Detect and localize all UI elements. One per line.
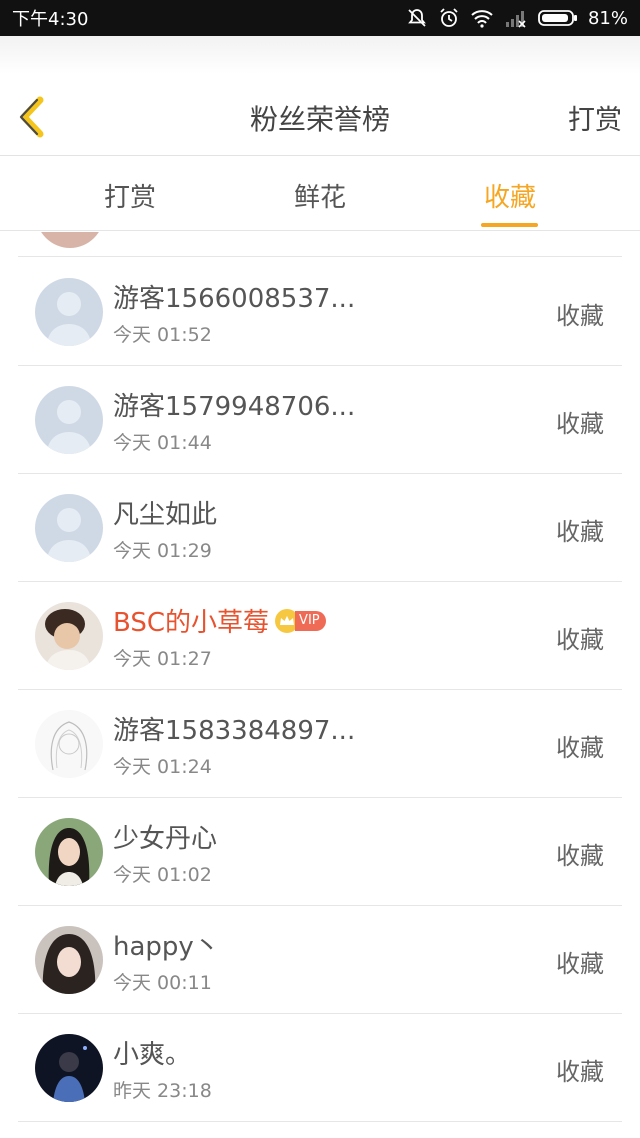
- user-name: 游客1579948706...: [113, 392, 356, 422]
- navigation-bar: 粉丝荣誉榜 打赏: [0, 74, 640, 156]
- action-label: 收藏: [556, 518, 604, 546]
- tip-button[interactable]: 打赏: [568, 98, 622, 137]
- user-name-text: BSC的小草莓: [113, 608, 270, 638]
- header-spacer: [0, 36, 640, 74]
- action-label: 收藏: [556, 1058, 604, 1086]
- back-button[interactable]: [10, 92, 60, 142]
- tab-bar: 打赏 鲜花 收藏: [0, 157, 640, 231]
- user-name: 小爽。: [113, 1040, 192, 1070]
- timestamp: 今天 01:52: [113, 324, 212, 346]
- fan-list[interactable]: 游客1566008537... 今天 01:52 收藏 游客1579948706…: [0, 232, 640, 1138]
- battery-icon: [538, 8, 578, 28]
- default-avatar[interactable]: [35, 386, 103, 454]
- active-tab-indicator: [481, 223, 538, 227]
- timestamp: 今天 01:29: [113, 540, 212, 562]
- tab-flowers[interactable]: 鲜花: [260, 177, 380, 214]
- user-name: 游客1583384897...: [113, 716, 356, 746]
- action-label: 收藏: [556, 410, 604, 438]
- default-avatar[interactable]: [35, 494, 103, 562]
- user-name: happy丶: [113, 932, 220, 962]
- vip-label: VIP: [295, 610, 326, 631]
- default-avatar[interactable]: [35, 278, 103, 346]
- list-item[interactable]: 少女丹心 今天 01:02 收藏: [18, 798, 622, 906]
- vip-badge: VIP: [275, 608, 326, 633]
- avatar: [36, 232, 104, 248]
- user-name: BSC的小草莓 VIP: [113, 602, 326, 639]
- sketch-avatar[interactable]: [35, 710, 103, 778]
- photo-avatar[interactable]: [35, 602, 103, 670]
- user-name: 游客1566008537...: [113, 284, 356, 314]
- status-icons: 81%: [406, 7, 628, 29]
- photo-avatar[interactable]: [35, 818, 103, 886]
- user-name: 少女丹心: [113, 824, 218, 854]
- list-item[interactable]: 小爽。 昨天 23:18 收藏: [18, 1014, 622, 1122]
- page-title: 粉丝荣誉榜: [249, 103, 390, 136]
- list-item-partial: [18, 232, 622, 257]
- signal-icon: [504, 8, 528, 28]
- wifi-icon: [470, 8, 494, 28]
- timestamp: 今天 00:11: [113, 972, 212, 994]
- timestamp: 今天 01:27: [113, 648, 212, 670]
- list-item[interactable]: 游客1579948706... 今天 01:44 收藏: [18, 366, 622, 474]
- alarm-icon: [438, 7, 460, 29]
- timestamp: 今天 01:44: [113, 432, 212, 454]
- list-item[interactable]: BSC的小草莓 VIP 今天 01:27 收藏: [18, 582, 622, 690]
- action-label: 收藏: [556, 950, 604, 978]
- timestamp: 今天 01:02: [113, 864, 212, 886]
- photo-avatar[interactable]: [35, 926, 103, 994]
- timestamp: 昨天 23:18: [113, 1080, 212, 1102]
- chevron-left-icon: [10, 96, 60, 146]
- action-label: 收藏: [556, 734, 604, 762]
- list-item[interactable]: 游客1583384897... 今天 01:24 收藏: [18, 690, 622, 798]
- tab-favorites[interactable]: 收藏: [450, 177, 570, 214]
- list-item[interactable]: happy丶 今天 00:11 收藏: [18, 906, 622, 1014]
- list-item[interactable]: 凡尘如此 今天 01:29 收藏: [18, 474, 622, 582]
- mute-bell-icon: [406, 7, 428, 29]
- action-label: 收藏: [556, 302, 604, 330]
- user-name: 凡尘如此: [113, 500, 218, 530]
- tab-tips[interactable]: 打赏: [70, 177, 190, 214]
- list-item[interactable]: 游客1566008537... 今天 01:52 收藏: [18, 258, 622, 366]
- battery-level: 81%: [587, 7, 628, 29]
- timestamp: 今天 01:24: [113, 756, 212, 778]
- status-bar: 下午4:30 81%: [0, 0, 640, 36]
- action-label: 收藏: [556, 626, 604, 654]
- photo-avatar[interactable]: [35, 1034, 103, 1102]
- action-label: 收藏: [556, 842, 604, 870]
- status-time: 下午4:30: [12, 9, 89, 30]
